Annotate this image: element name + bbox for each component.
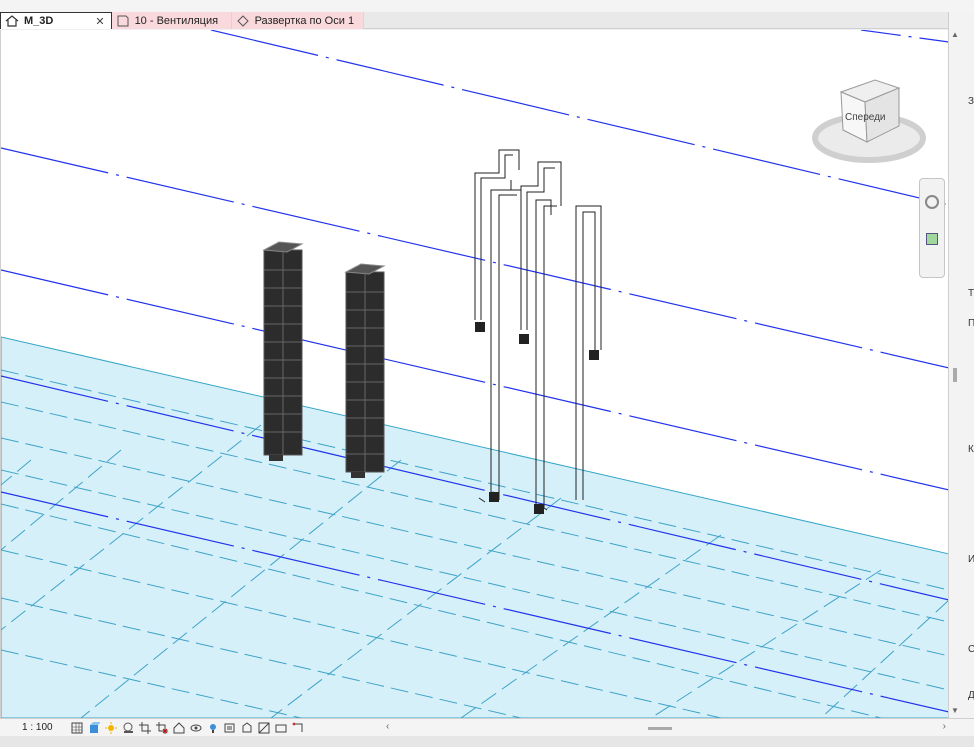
panel-letter: Т — [968, 288, 974, 299]
duct-stack-left[interactable] — [262, 241, 304, 461]
visual-style-icon[interactable] — [85, 721, 102, 735]
3d-view-canvas[interactable]: Спереди — [0, 30, 948, 718]
scroll-thumb[interactable] — [953, 368, 957, 382]
worksharing-icon[interactable] — [221, 721, 238, 735]
show-crop-region-icon[interactable] — [153, 721, 170, 735]
tab-ventilation[interactable]: 10 - Вентиляция — [111, 12, 232, 29]
model-scene: Спереди — [1, 30, 948, 718]
analytical-model-icon[interactable] — [238, 721, 255, 735]
shadows-icon[interactable] — [119, 721, 136, 735]
highlight-displacement-icon[interactable] — [255, 721, 272, 735]
panel-letter: З — [968, 96, 974, 107]
reveal-hidden-icon[interactable] — [204, 721, 221, 735]
zoom-icon[interactable] — [926, 233, 938, 245]
tab-elevation-axis-1[interactable]: Развертка по Оси 1 — [231, 12, 364, 29]
panel-letter: П — [968, 318, 974, 329]
view-tab-bar: M_3D ✕ 10 - Вентиляция Развертка по Оси … — [0, 12, 948, 29]
tab-label: M_3D — [24, 15, 54, 27]
horizontal-scrollbar[interactable]: ‹ › — [386, 721, 946, 734]
sun-path-icon[interactable] — [102, 721, 119, 735]
view-scale[interactable]: 1 : 100 — [0, 722, 68, 733]
viewcube[interactable]: Спереди — [812, 79, 926, 163]
revit-window: M_3D ✕ 10 - Вентиляция Развертка по Оси … — [0, 0, 974, 747]
viewcube-front-label: Спереди — [845, 112, 886, 123]
unlock-3d-view-icon[interactable] — [170, 721, 187, 735]
steering-wheel-icon[interactable] — [925, 195, 939, 209]
tab-m-3d[interactable]: M_3D ✕ — [0, 12, 112, 29]
app-status-bar — [0, 736, 974, 747]
tab-label: Развертка по Оси 1 — [254, 14, 355, 27]
home-icon — [5, 15, 19, 27]
tab-label: 10 - Вентиляция — [134, 14, 219, 27]
panel-letter: С — [968, 644, 974, 655]
temporary-view-properties-icon[interactable] — [272, 721, 289, 735]
vertical-scrollbar[interactable]: ▲ ▼ — [951, 30, 961, 718]
view-control-bar: 1 : 100 ‹ › — [0, 718, 974, 736]
detail-level-icon[interactable] — [68, 721, 85, 735]
crop-view-icon[interactable] — [136, 721, 153, 735]
elevation-icon — [236, 14, 250, 27]
constraints-icon[interactable] — [289, 721, 306, 735]
floor-plan-icon — [116, 15, 130, 27]
close-icon[interactable]: ✕ — [95, 15, 104, 28]
scroll-right-icon[interactable]: › — [943, 721, 946, 732]
scroll-left-icon[interactable]: ‹ — [386, 721, 389, 732]
panel-letter: И — [968, 554, 974, 565]
scroll-up-icon[interactable]: ▲ — [951, 30, 959, 39]
top-strip — [0, 0, 974, 12]
duct-stack-right[interactable] — [344, 263, 386, 478]
scroll-down-icon[interactable]: ▼ — [951, 706, 959, 715]
panel-letter: Д — [968, 690, 974, 701]
horizontal-scroll-thumb[interactable] — [648, 727, 672, 730]
temporary-hide-icon[interactable] — [187, 721, 204, 735]
navigation-bar — [919, 178, 945, 278]
panel-letter: К — [968, 444, 974, 455]
